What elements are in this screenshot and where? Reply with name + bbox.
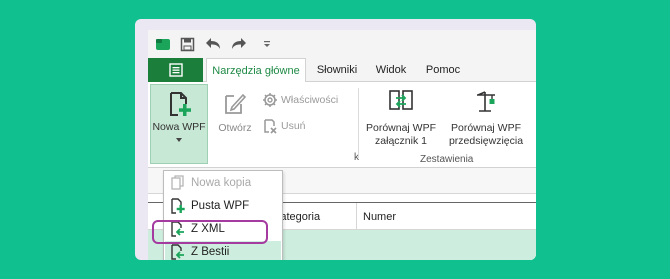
ribbon-tabs: Narzędzia główne Słowniki Widok Pomoc: [148, 58, 536, 83]
wlasciwosci-label: Właściwości: [281, 94, 339, 106]
column-header-numer[interactable]: Numer: [356, 203, 536, 230]
menu-item-label: Z Bestii: [191, 246, 230, 258]
edit-document-icon: [225, 93, 247, 114]
otworz-label: Otwórz: [218, 122, 252, 134]
gear-icon: [263, 93, 277, 107]
menu-item-label: Nowa kopia: [191, 177, 252, 189]
porownaj-zal-line2: załącznik 1: [375, 135, 427, 147]
highlight-ring: [152, 220, 268, 244]
undo-icon[interactable]: [204, 35, 222, 53]
ribbon-separator: [358, 88, 359, 158]
porownaj-zal-line1: Porównaj WPF: [365, 122, 437, 134]
wlasciwosci-button[interactable]: Właściwości: [262, 92, 338, 108]
app-icon: [154, 35, 172, 53]
file-menu-button[interactable]: [148, 58, 203, 82]
delete-document-icon: [264, 119, 277, 134]
porownaj-przedsiewziecia-button[interactable]: Porównaj WPF przedsięwzięcia: [444, 84, 528, 148]
file-menu-icon: [168, 63, 183, 77]
tab-slowniki[interactable]: Słowniki: [308, 58, 366, 82]
nowa-wpf-button[interactable]: Nowa WPF: [150, 84, 208, 164]
new-document-icon: [170, 92, 191, 116]
tab-widok[interactable]: Widok: [368, 58, 414, 82]
quick-access-toolbar: [148, 30, 536, 58]
tab-narzedzia-glowne[interactable]: Narzędzia główne: [206, 58, 306, 83]
porownaj-zalacznik-button[interactable]: Porównaj WPF załącznik 1: [362, 84, 440, 148]
usun-button[interactable]: Usuń: [262, 118, 306, 134]
save-icon[interactable]: [178, 35, 196, 53]
crane-icon: [477, 91, 495, 112]
new-document-icon: [165, 198, 191, 214]
menu-item-label: Pusta WPF: [191, 200, 250, 212]
otworz-button[interactable]: Otwórz: [214, 84, 256, 135]
ribbon-panel: Nowa WPF Otwórz Właściwości Usuń k Porów…: [148, 82, 536, 168]
nowa-wpf-label: Nowa WPF: [152, 121, 206, 133]
porownaj-przed-line1: Porównaj WPF: [450, 122, 522, 134]
compare-icon: [389, 90, 413, 110]
menu-item-nowa-kopia: Nowa kopia: [165, 172, 281, 194]
porownaj-przed-line2: przedsięwzięcia: [448, 135, 524, 147]
copy-icon: [165, 175, 191, 191]
usun-label: Usuń: [281, 120, 306, 132]
nowa-wpf-dropdown: Nowa kopia Pusta WPF Z XML Z Bestii: [163, 170, 283, 260]
tab-pomoc[interactable]: Pomoc: [420, 58, 466, 82]
chevron-down-icon: [176, 138, 182, 142]
menu-item-pusta-wpf[interactable]: Pusta WPF: [165, 195, 281, 217]
customize-icon[interactable]: [258, 35, 276, 53]
group-label-zestawienia: Zestawienia: [420, 154, 474, 165]
import-bestia-icon: [165, 244, 191, 260]
redo-icon[interactable]: [230, 35, 248, 53]
